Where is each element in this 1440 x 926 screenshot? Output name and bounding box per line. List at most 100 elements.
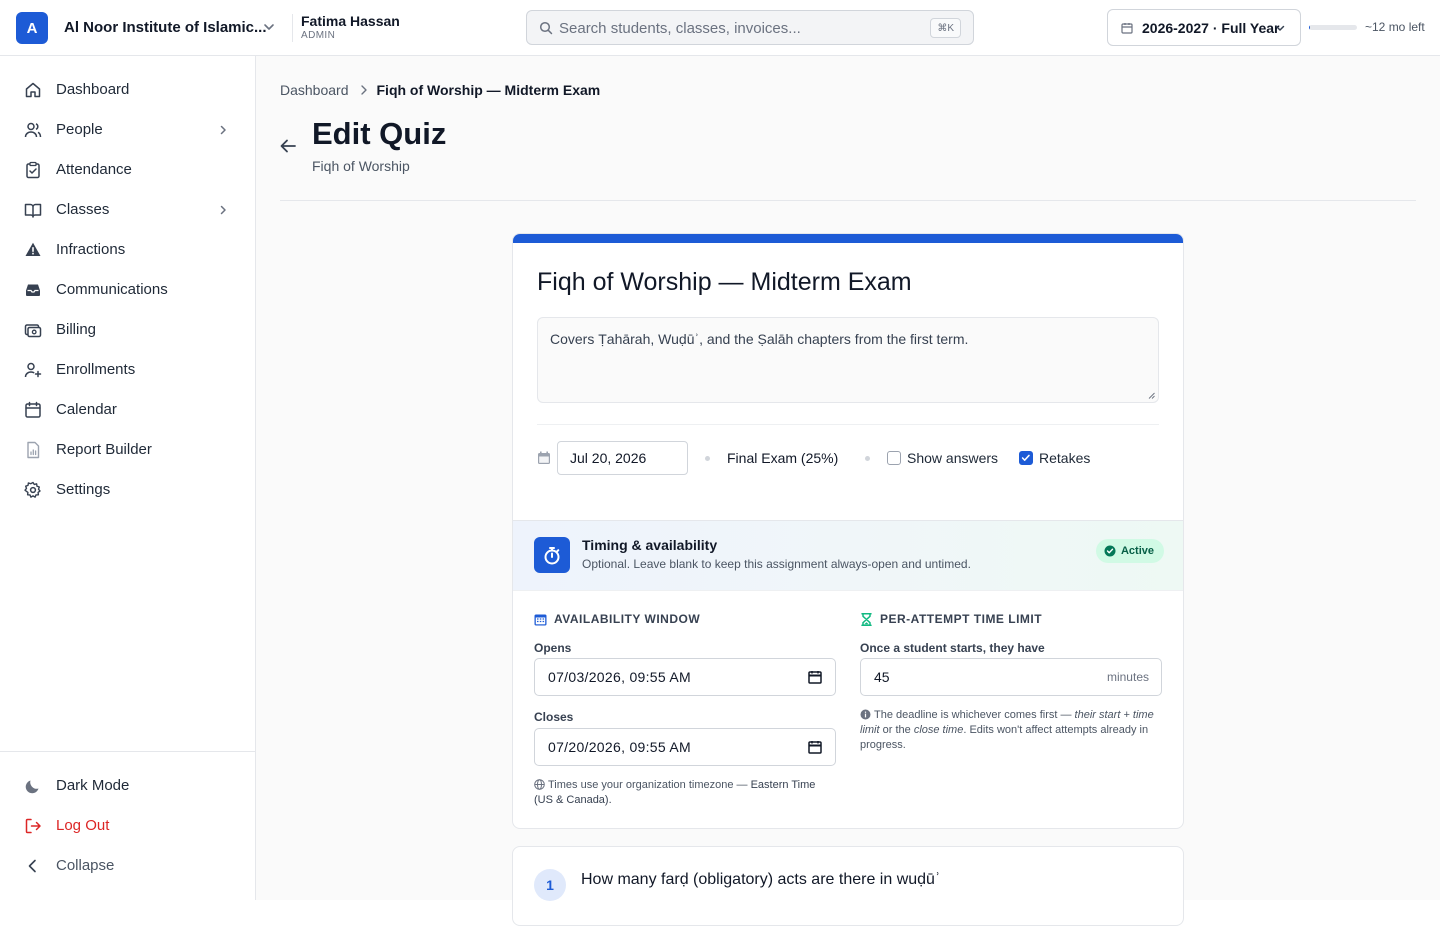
header-divider — [280, 200, 1416, 201]
logout-label: Log Out — [56, 817, 110, 834]
chevron-right-icon — [220, 125, 226, 135]
chevron-right-icon — [360, 85, 367, 95]
page-subtitle: Fiqh of Worship — [312, 158, 410, 174]
keyboard-shortcut-badge: ⌘K — [930, 18, 961, 38]
opens-datetime-input[interactable]: 07/03/2026, 09:55 AM — [534, 658, 836, 696]
breadcrumb-link-dashboard[interactable]: Dashboard — [280, 82, 349, 98]
sidebar-item-attendance[interactable]: Attendance — [0, 150, 255, 190]
question-card: 1 How many farḍ (obligatory) acts are th… — [512, 846, 1184, 926]
deadline-note-part1: The deadline is whichever comes first — — [874, 709, 1075, 721]
sidebar-item-label: Settings — [56, 481, 111, 498]
show-answers-label[interactable]: Show answers — [907, 450, 998, 466]
resize-grip-icon[interactable] — [1148, 392, 1155, 399]
availability-window-heading: AVAILABILITY WINDOW — [534, 612, 700, 626]
deadline-note-emphasis2: close time — [913, 724, 964, 736]
sidebar-item-label: People — [56, 121, 103, 138]
sidebar-item-label: Communications — [56, 281, 168, 298]
sidebar-item-report-builder[interactable]: Report Builder — [0, 430, 255, 470]
stopwatch-icon — [534, 537, 570, 573]
collapse-sidebar-button[interactable]: Collapse — [0, 846, 255, 886]
calendar-icon — [534, 614, 547, 625]
sidebar-item-label: Infractions — [56, 241, 126, 258]
check-icon — [1021, 454, 1030, 461]
status-badge-label: Active — [1120, 545, 1154, 557]
separator-dot — [705, 456, 710, 461]
user-plus-icon — [24, 362, 42, 378]
grade-category-select[interactable]: Final Exam (25%) — [727, 450, 838, 466]
search-placeholder: Search students, classes, invoices... — [559, 20, 801, 37]
logout-button[interactable]: Log Out — [0, 806, 255, 846]
main-content: Dashboard Fiqh of Worship — Midterm Exam… — [256, 56, 1440, 926]
sidebar-item-billing[interactable]: Billing — [0, 310, 255, 350]
breadcrumb-current: Fiqh of Worship — Midterm Exam — [376, 82, 601, 98]
time-limit-label: Once a student starts, they have — [860, 641, 1045, 655]
chevron-down-icon[interactable] — [262, 20, 276, 34]
sidebar-item-dashboard[interactable]: Dashboard — [0, 70, 255, 110]
billing-icon — [24, 324, 42, 338]
timing-title: Timing & availability — [582, 537, 718, 553]
warning-icon — [25, 242, 41, 256]
show-answers-checkbox[interactable] — [887, 451, 901, 465]
collapse-label: Collapse — [56, 857, 115, 874]
sidebar-item-enrollments[interactable]: Enrollments — [0, 350, 255, 390]
top-bar: A Al Noor Institute of Islamic... Fatima… — [0, 0, 1440, 56]
globe-icon — [534, 779, 545, 790]
page-title: Edit Quiz — [312, 116, 447, 151]
org-name[interactable]: Al Noor Institute of Islamic... — [64, 19, 267, 36]
timezone-note-prefix: Times use your organization timezone — — [548, 779, 751, 791]
sidebar-item-label: Calendar — [56, 401, 117, 418]
sidebar-item-calendar[interactable]: Calendar — [0, 390, 255, 430]
sidebar-item-label: Report Builder — [56, 441, 152, 458]
academic-year-select[interactable]: 2026-2027 · Full Year — [1107, 9, 1301, 46]
closes-label: Closes — [534, 710, 574, 724]
org-logo[interactable]: A — [16, 12, 48, 44]
closes-datetime-input[interactable]: 07/20/2026, 09:55 AM — [534, 728, 836, 766]
time-limit-input[interactable]: 45 minutes — [860, 658, 1162, 696]
sidebar-item-classes[interactable]: Classes — [0, 190, 255, 230]
back-arrow-icon[interactable] — [278, 136, 298, 156]
calendar-icon — [1121, 23, 1133, 34]
breadcrumb: Dashboard Fiqh of Worship — Midterm Exam — [280, 82, 600, 98]
availability-window-title: AVAILABILITY WINDOW — [554, 612, 701, 626]
retakes-label[interactable]: Retakes — [1039, 450, 1090, 466]
opens-datetime-value: 07/03/2026, 09:55 AM — [548, 669, 691, 685]
quiz-title-input[interactable]: Fiqh of Worship — Midterm Exam — [537, 268, 912, 297]
sidebar-item-settings[interactable]: Settings — [0, 470, 255, 510]
timing-header: Timing & availability Optional. Leave bl… — [513, 521, 1183, 591]
report-icon — [27, 441, 40, 459]
due-date-input[interactable]: Jul 20, 2026 — [557, 441, 688, 475]
dark-mode-toggle[interactable]: Dark Mode — [0, 766, 255, 806]
logout-icon — [25, 818, 41, 834]
users-icon — [24, 122, 42, 138]
card-divider — [537, 424, 1159, 425]
sidebar-item-infractions[interactable]: Infractions — [0, 230, 255, 270]
year-progress-bar — [1309, 25, 1357, 30]
search-icon — [539, 21, 553, 35]
calendar-icon[interactable] — [808, 670, 822, 684]
chevron-down-icon — [1275, 25, 1285, 31]
time-limit-value: 45 — [874, 669, 890, 685]
user-name[interactable]: Fatima Hassan — [301, 13, 400, 29]
calendar-icon[interactable] — [808, 740, 822, 754]
search-input[interactable]: Search students, classes, invoices... ⌘K — [526, 10, 974, 45]
calendar-icon — [538, 451, 550, 464]
retakes-checkbox[interactable] — [1019, 451, 1033, 465]
sidebar-item-label: Dashboard — [56, 81, 130, 98]
sidebar-item-label: Attendance — [56, 161, 132, 178]
timing-availability-section: Timing & availability Optional. Leave bl… — [513, 520, 1183, 828]
time-limit-title: PER-ATTEMPT TIME LIMIT — [880, 612, 1043, 626]
year-progress-fill — [1309, 25, 1310, 30]
hourglass-icon — [861, 612, 872, 626]
sidebar-item-label: Enrollments — [56, 361, 136, 378]
deadline-info-note: The deadline is whichever comes first — … — [860, 708, 1165, 753]
sidebar-item-communications[interactable]: Communications — [0, 270, 255, 310]
divider — [292, 14, 293, 42]
calendar-icon — [25, 401, 41, 418]
sidebar-item-people[interactable]: People — [0, 110, 255, 150]
sidebar-item-label: Billing — [56, 321, 97, 338]
deadline-note-part2: or the — [879, 724, 914, 736]
question-text[interactable]: How many farḍ (obligatory) acts are ther… — [581, 871, 940, 889]
timing-subtitle: Optional. Leave blank to keep this assig… — [582, 557, 971, 571]
quiz-description-textarea[interactable]: Covers Ṭahārah, Wuḍūʾ, and the Ṣalāh cha… — [537, 317, 1159, 403]
dark-mode-label: Dark Mode — [56, 777, 130, 794]
